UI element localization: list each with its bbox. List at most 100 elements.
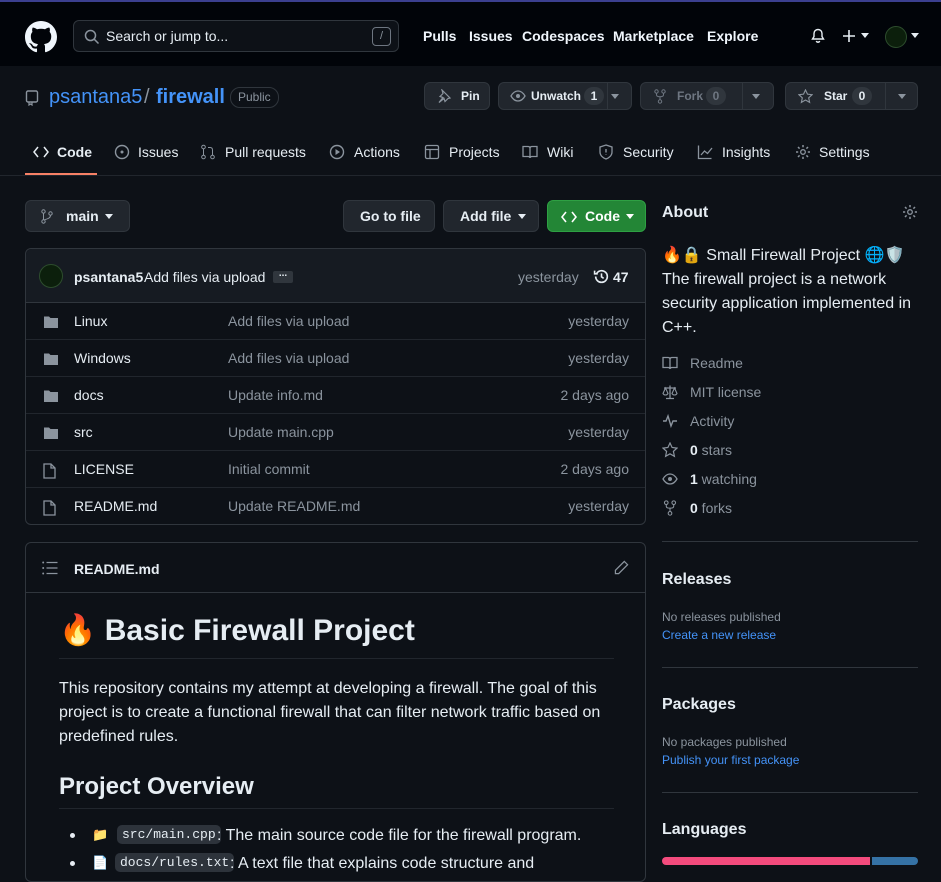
add-file-button[interactable]: Add file [443,200,539,232]
about-gear-icon[interactable] [902,204,918,220]
tab-code-label: Code [57,144,92,160]
document-emoji-icon: 📄 [92,855,109,870]
no-releases-text: No releases published [662,610,781,624]
bullet-text: : The main source code file for the fire… [217,827,582,844]
tab-pull-requests-label: Pull requests [225,144,306,160]
pin-button[interactable]: Pin [424,82,490,110]
packages-heading[interactable]: Packages [662,696,736,714]
nav-codespaces[interactable]: Codespaces [522,28,604,44]
plus-icon[interactable] [842,29,856,43]
file-name-link[interactable]: docs [74,387,104,403]
commit-expand-button[interactable]: ... [273,269,293,283]
file-name-link[interactable]: Linux [74,313,107,329]
releases-heading[interactable]: Releases [662,571,731,589]
commit-count[interactable]: 47 [613,269,629,285]
go-to-file-label: Go to file [360,208,421,224]
file-commit-message-link[interactable]: Update main.cpp [228,424,334,440]
branch-select-button[interactable]: main [25,200,130,232]
graph-icon [697,145,713,160]
folder-emoji-icon: 📁 [92,827,109,842]
star-label: Star [824,89,848,103]
shield-icon [599,144,613,160]
pencil-icon[interactable] [614,560,629,575]
nav-pulls[interactable]: Pulls [423,28,456,44]
fork-label: Fork [677,89,704,103]
user-avatar[interactable] [885,26,907,48]
chevron-down-icon[interactable] [861,33,869,39]
avatar-chevron-down-icon[interactable] [911,33,919,39]
file-commit-message-link[interactable]: Update README.md [228,498,360,514]
fork-button[interactable]: Fork 0 [640,82,774,110]
commit-author-avatar[interactable] [39,264,63,288]
globe-shield-emoji-icon: 🌐🛡️ [864,247,905,264]
tab-insights-label: Insights [722,144,771,160]
header-divider [0,175,941,176]
watch-chevron-down-icon[interactable] [611,94,619,100]
repo-name-link[interactable]: firewall [156,86,225,109]
nav-marketplace[interactable]: Marketplace [613,28,694,44]
history-icon[interactable] [593,268,610,285]
file-row[interactable]: src Update main.cpp yesterday [26,414,645,451]
search-input[interactable]: Search or jump to... / [73,20,399,52]
about-link-label: Activity [690,413,735,429]
play-icon [329,144,345,160]
github-logo-icon[interactable] [25,21,57,53]
file-commit-time: yesterday [568,498,629,514]
readme-filename-link[interactable]: README.md [74,561,160,577]
star-chevron-down-icon[interactable] [898,94,906,100]
bullet-code: docs/rules.txt [115,853,235,872]
bullet-code: src/main.cpp [117,825,221,844]
pin-label: Pin [461,89,480,103]
code-dropdown-label: Code [585,208,620,224]
fork-icon [654,89,666,104]
readme-panel: README.md 🔥 Basic Firewall Project This … [25,542,646,882]
file-row[interactable]: README.md Update README.md yesterday [26,488,645,525]
git-pull-request-icon [201,144,215,160]
eye-icon [662,471,678,490]
bell-icon[interactable] [810,28,826,44]
commit-message-link[interactable]: Add files via upload [144,269,265,285]
file-commit-time: 2 days ago [560,461,630,477]
go-to-file-button[interactable]: Go to file [343,200,435,232]
file-name-link[interactable]: Windows [74,350,131,366]
file-name-link[interactable]: src [74,424,93,440]
commit-author-link[interactable]: psantana5 [74,269,143,285]
about-link-label: 1 watching [690,471,757,487]
code-dropdown-button[interactable]: Code [547,200,646,232]
no-packages-text: No packages published [662,735,787,749]
star-button[interactable]: Star 0 [785,82,918,110]
book-icon [662,355,678,374]
unwatch-button[interactable]: Unwatch 1 [498,82,632,110]
create-release-link[interactable]: Create a new release [662,628,776,642]
nav-explore[interactable]: Explore [707,28,758,44]
law-icon [662,384,678,403]
file-commit-message-link[interactable]: Add files via upload [228,313,349,329]
nav-issues[interactable]: Issues [469,28,513,44]
repo-owner-link[interactable]: psantana5 [49,86,142,109]
file-commit-message-link[interactable]: Initial commit [228,461,310,477]
pin-icon [438,89,451,103]
star-icon [661,441,679,461]
readme-overview-heading: Project Overview [59,773,254,800]
file-row[interactable]: Windows Add files via upload yesterday [26,340,645,377]
visibility-badge: Public [230,87,279,108]
list-unordered-icon[interactable] [42,561,58,575]
language-bar-segment [872,857,918,865]
repo-separator: / [144,86,150,108]
branch-name: main [66,208,99,224]
about-link-label: Readme [690,355,743,371]
file-name-link[interactable]: README.md [74,498,157,514]
latest-commit-bar: psantana5 Add files via upload ... yeste… [26,249,645,303]
file-commit-time: yesterday [568,313,629,329]
publish-package-link[interactable]: Publish your first package [662,753,799,767]
file-row[interactable]: docs Update info.md 2 days ago [26,377,645,414]
file-row[interactable]: Linux Add files via upload yesterday [26,303,645,340]
file-name-link[interactable]: LICENSE [74,461,134,477]
tab-issues-label: Issues [138,144,179,160]
eye-icon [510,90,526,102]
fork-chevron-down-icon[interactable] [752,94,760,100]
file-commit-message-link[interactable]: Add files via upload [228,350,349,366]
language-bar-segment [662,857,871,865]
file-commit-message-link[interactable]: Update info.md [228,387,323,403]
file-row[interactable]: LICENSE Initial commit 2 days ago [26,451,645,488]
